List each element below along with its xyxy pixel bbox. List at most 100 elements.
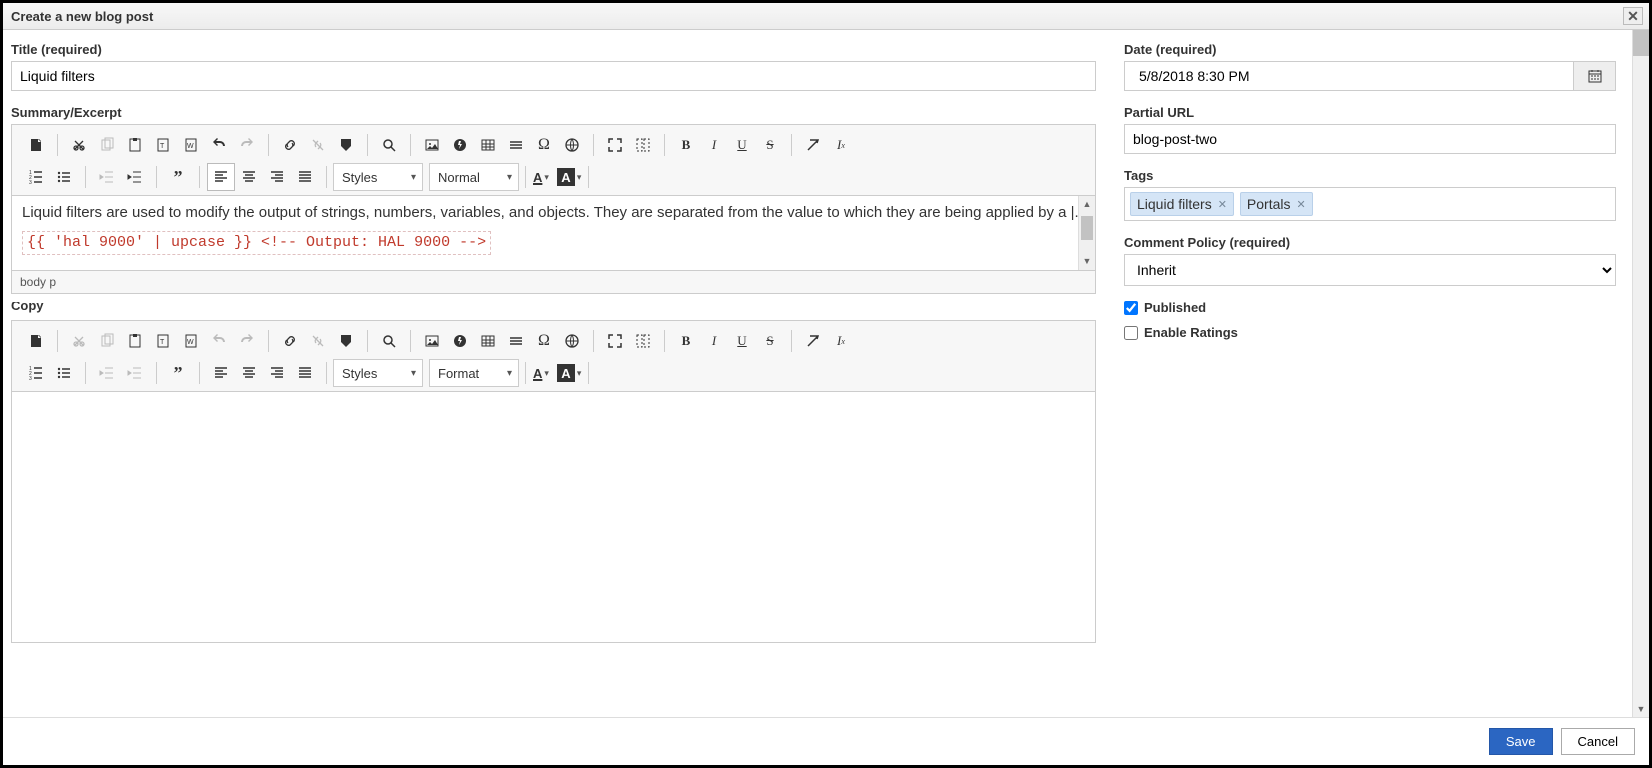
indent-icon[interactable]	[121, 359, 149, 387]
format-combo[interactable]: Format	[429, 359, 519, 387]
source-icon[interactable]	[22, 131, 50, 159]
tags-input[interactable]: Liquid filters ✕ Portals ✕	[1124, 187, 1616, 221]
specialchar-icon[interactable]: Ω	[530, 327, 558, 355]
blockquote-icon[interactable]: ”	[164, 359, 192, 387]
bulletlist-icon[interactable]	[50, 359, 78, 387]
title-input[interactable]	[11, 61, 1096, 91]
strike-icon[interactable]: S	[756, 131, 784, 159]
specialchar-icon[interactable]: Ω	[530, 131, 558, 159]
format-combo[interactable]: Normal	[429, 163, 519, 191]
bulletlist-icon[interactable]	[50, 163, 78, 191]
styles-combo[interactable]: Styles	[333, 359, 423, 387]
paste-word-icon[interactable]: W	[177, 327, 205, 355]
removeformat-icon[interactable]	[799, 131, 827, 159]
italic-icon[interactable]: I	[700, 327, 728, 355]
bg-color-combo[interactable]: A▾	[553, 163, 586, 191]
align-center-icon[interactable]	[235, 359, 263, 387]
text-color-combo[interactable]: A▾	[529, 359, 553, 387]
iframe-icon[interactable]	[558, 131, 586, 159]
anchor-icon[interactable]	[332, 131, 360, 159]
paste-icon[interactable]	[121, 131, 149, 159]
align-center-icon[interactable]	[235, 163, 263, 191]
close-button[interactable]: ✕	[1623, 7, 1643, 25]
align-justify-icon[interactable]	[291, 359, 319, 387]
unlink-icon[interactable]	[304, 327, 332, 355]
summary-editor-area[interactable]: Liquid filters are used to modify the ou…	[12, 196, 1095, 270]
underline-icon[interactable]: U	[728, 131, 756, 159]
image-icon[interactable]	[418, 327, 446, 355]
cut-icon[interactable]	[65, 327, 93, 355]
copy-editor-area[interactable]	[12, 392, 1095, 642]
find-icon[interactable]	[375, 131, 403, 159]
cancel-button[interactable]: Cancel	[1561, 728, 1635, 755]
align-left-icon[interactable]	[207, 359, 235, 387]
paste-text-icon[interactable]: T	[149, 131, 177, 159]
strike-icon[interactable]: S	[756, 327, 784, 355]
showblocks-icon[interactable]	[629, 131, 657, 159]
align-right-icon[interactable]	[263, 359, 291, 387]
text-color-combo[interactable]: A▾	[529, 163, 553, 191]
unlink-icon[interactable]	[304, 131, 332, 159]
copy-icon[interactable]	[93, 131, 121, 159]
maximize-icon[interactable]	[601, 327, 629, 355]
save-button[interactable]: Save	[1489, 728, 1553, 755]
partial-url-input[interactable]	[1124, 124, 1616, 154]
paste-icon[interactable]	[121, 327, 149, 355]
date-picker-button[interactable]	[1574, 61, 1616, 91]
iframe-icon[interactable]	[558, 327, 586, 355]
table-icon[interactable]	[474, 327, 502, 355]
source-icon[interactable]	[22, 327, 50, 355]
enable-ratings-checkbox[interactable]	[1124, 326, 1138, 340]
hr-icon[interactable]	[502, 131, 530, 159]
bold-icon[interactable]: B	[672, 131, 700, 159]
clear-icon[interactable]: Ix	[827, 131, 855, 159]
maximize-icon[interactable]	[601, 131, 629, 159]
published-checkbox[interactable]	[1124, 301, 1138, 315]
undo-icon[interactable]	[205, 131, 233, 159]
title-label: Title (required)	[11, 42, 1096, 57]
numberlist-icon[interactable]: 123	[22, 163, 50, 191]
link-icon[interactable]	[276, 131, 304, 159]
indent-icon[interactable]	[121, 163, 149, 191]
bold-icon[interactable]: B	[672, 327, 700, 355]
bg-color-combo[interactable]: A▾	[553, 359, 586, 387]
removeformat-icon[interactable]	[799, 327, 827, 355]
anchor-icon[interactable]	[332, 327, 360, 355]
blockquote-icon[interactable]: ”	[164, 163, 192, 191]
date-input[interactable]	[1124, 61, 1574, 91]
svg-text:T: T	[160, 143, 165, 150]
table-icon[interactable]	[474, 131, 502, 159]
tag-chip[interactable]: Portals ✕	[1240, 192, 1313, 216]
paste-text-icon[interactable]: T	[149, 327, 177, 355]
redo-icon[interactable]	[233, 131, 261, 159]
styles-combo[interactable]: Styles	[333, 163, 423, 191]
paste-word-icon[interactable]: W	[177, 131, 205, 159]
underline-icon[interactable]: U	[728, 327, 756, 355]
align-left-icon[interactable]	[207, 163, 235, 191]
link-icon[interactable]	[276, 327, 304, 355]
numberlist-icon[interactable]: 123	[22, 359, 50, 387]
hr-icon[interactable]	[502, 327, 530, 355]
page-scrollbar[interactable]: ▼	[1632, 30, 1649, 717]
clear-icon[interactable]: Ix	[827, 327, 855, 355]
summary-status-path[interactable]: body p	[12, 270, 1095, 293]
outdent-icon[interactable]	[93, 163, 121, 191]
image-icon[interactable]	[418, 131, 446, 159]
tag-remove-icon[interactable]: ✕	[1218, 198, 1227, 211]
showblocks-icon[interactable]	[629, 327, 657, 355]
editor-scrollbar[interactable]: ▲▼	[1078, 196, 1095, 270]
tag-chip[interactable]: Liquid filters ✕	[1130, 192, 1234, 216]
align-justify-icon[interactable]	[291, 163, 319, 191]
tag-remove-icon[interactable]: ✕	[1297, 198, 1306, 211]
cut-icon[interactable]	[65, 131, 93, 159]
redo-icon[interactable]	[233, 327, 261, 355]
undo-icon[interactable]	[205, 327, 233, 355]
copy-icon[interactable]	[93, 327, 121, 355]
align-right-icon[interactable]	[263, 163, 291, 191]
outdent-icon[interactable]	[93, 359, 121, 387]
find-icon[interactable]	[375, 327, 403, 355]
italic-icon[interactable]: I	[700, 131, 728, 159]
flash-icon[interactable]	[446, 131, 474, 159]
flash-icon[interactable]	[446, 327, 474, 355]
comment-policy-select[interactable]: Inherit	[1124, 254, 1616, 286]
